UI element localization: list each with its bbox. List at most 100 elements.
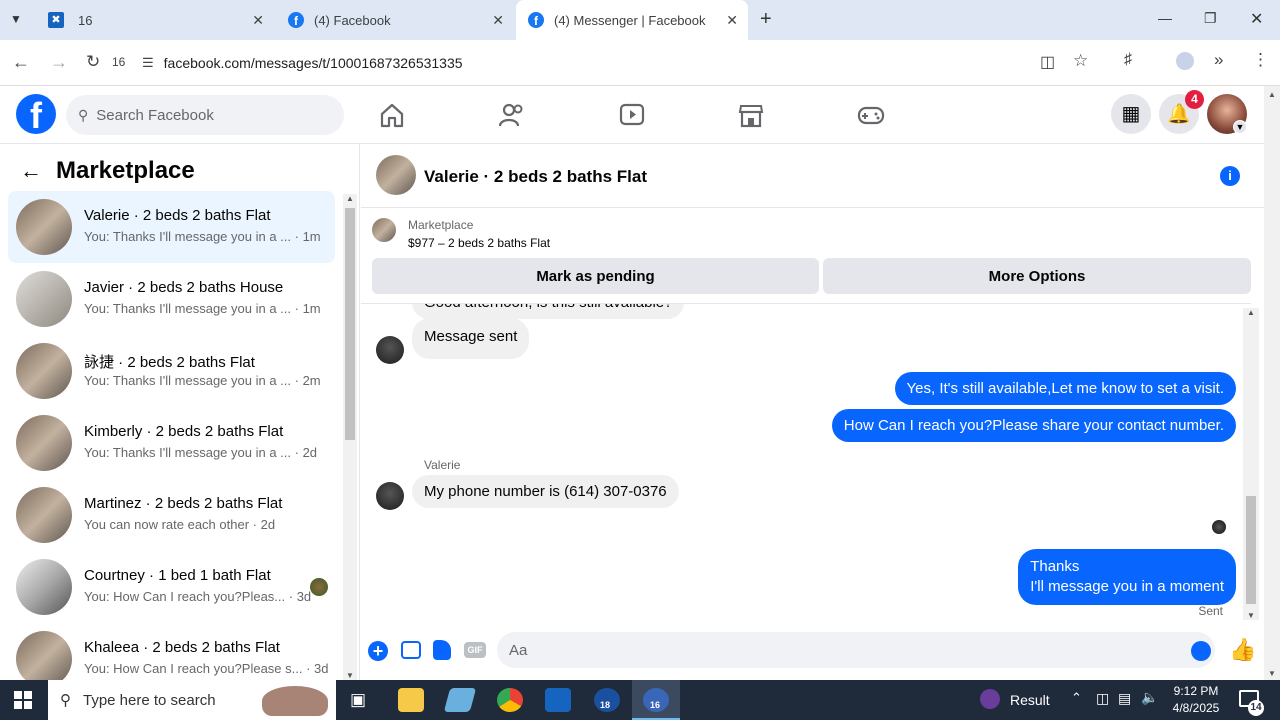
- result-label[interactable]: Result: [1010, 692, 1050, 708]
- conversation-preview: You: Thanks I'll message you in a ... · …: [84, 373, 321, 388]
- volume-icon[interactable]: 🔈: [1141, 689, 1158, 706]
- bookmark-star-icon[interactable]: ☆: [1073, 51, 1088, 71]
- clock-date[interactable]: 4/8/2025: [1168, 701, 1224, 715]
- listing-source: Marketplace: [408, 218, 474, 232]
- gif-icon[interactable]: GIF: [464, 642, 486, 658]
- gaming-icon[interactable]: [857, 102, 885, 128]
- divider: [361, 207, 1264, 208]
- scrollbar-thumb[interactable]: [1246, 496, 1256, 604]
- task-view-icon[interactable]: ▣: [350, 690, 366, 710]
- conversation-item-yongjie[interactable]: 詠捷 · 2 beds 2 baths Flat You: Thanks I'l…: [8, 335, 335, 407]
- chrome-icon[interactable]: [497, 688, 523, 712]
- chevron-up-icon[interactable]: ⌃: [1071, 690, 1082, 706]
- facebook-logo[interactable]: f: [16, 94, 56, 134]
- emoji-icon[interactable]: [1191, 641, 1211, 661]
- conversation-name: Courtney · 1 bed 1 bath Flat: [84, 567, 271, 584]
- extensions-icon[interactable]: ♯: [1124, 51, 1132, 69]
- more-options-button[interactable]: More Options: [823, 258, 1251, 294]
- friends-icon[interactable]: [498, 102, 526, 128]
- result-app-icon[interactable]: [980, 689, 1000, 709]
- app-badge: 18: [600, 700, 611, 710]
- notification-count-badge: 4: [1185, 90, 1204, 109]
- conversation-sidebar: ← Marketplace Valerie · 2 beds 2 baths F…: [0, 144, 360, 680]
- profile-icon[interactable]: [1176, 52, 1194, 70]
- page-scrollbar[interactable]: ▲ ▼: [1264, 86, 1280, 680]
- app-icon: ✖: [48, 12, 64, 28]
- conversation-name: Khaleea · 2 beds 2 baths Flat: [84, 639, 280, 656]
- windows-start-icon[interactable]: [14, 691, 32, 709]
- app-badge: 16: [650, 700, 661, 710]
- window-close-icon[interactable]: ✕: [1250, 9, 1263, 29]
- close-icon[interactable]: ✕: [492, 12, 504, 29]
- scrollbar-thumb[interactable]: [345, 208, 355, 440]
- app-icon[interactable]: [443, 688, 477, 712]
- restore-icon[interactable]: ❐: [1204, 10, 1217, 27]
- device-icon[interactable]: ◫: [1096, 690, 1109, 707]
- install-app-icon[interactable]: ◫: [1040, 52, 1055, 72]
- thumbs-up-icon[interactable]: 👍: [1229, 637, 1256, 663]
- reload-icon[interactable]: ↻: [86, 52, 100, 72]
- conversation-name: Martinez · 2 beds 2 baths Flat: [84, 495, 283, 512]
- conversation-item-khaleea[interactable]: Khaleea · 2 beds 2 baths Flat You: How C…: [8, 623, 335, 680]
- message-input[interactable]: Aa: [497, 632, 1215, 668]
- conversation-item-javier[interactable]: Javier · 2 beds 2 baths House You: Thank…: [8, 263, 335, 335]
- facebook-icon: f: [528, 12, 544, 28]
- back-icon[interactable]: ←: [12, 52, 30, 73]
- tab-3-label: (4) Messenger | Facebook: [554, 12, 706, 28]
- active-app-highlight[interactable]: 16: [632, 680, 680, 720]
- watch-icon[interactable]: [618, 102, 646, 128]
- forward-icon[interactable]: →: [50, 52, 68, 73]
- site-info-icon[interactable]: ☰: [142, 55, 154, 71]
- network-icon[interactable]: ▤: [1118, 690, 1131, 707]
- message-bubble-own: Thanks I'll message you in a moment: [1018, 549, 1236, 605]
- clock-time[interactable]: 9:12 PM: [1170, 684, 1222, 698]
- minimize-icon[interactable]: —: [1158, 10, 1172, 26]
- tab-search-icon[interactable]: ▼: [10, 12, 22, 26]
- sidebar-title: Marketplace: [56, 157, 195, 184]
- photo-icon[interactable]: [401, 641, 421, 659]
- chat-avatar[interactable]: [376, 155, 416, 195]
- plus-icon[interactable]: +: [368, 641, 388, 661]
- home-icon[interactable]: [378, 102, 406, 128]
- mark-as-pending-button[interactable]: Mark as pending: [372, 258, 819, 294]
- file-explorer-icon[interactable]: [398, 688, 424, 712]
- menu-dots-icon[interactable]: ⋮: [1252, 50, 1269, 70]
- listing-title[interactable]: $977 – 2 beds 2 baths Flat: [408, 236, 550, 250]
- close-icon[interactable]: ✕: [252, 12, 264, 29]
- app-icon[interactable]: [545, 688, 571, 712]
- new-tab-icon[interactable]: +: [760, 8, 772, 31]
- listing-thumbnail: [16, 631, 72, 680]
- tab-2[interactable]: f (4) Facebook ✕: [276, 0, 514, 40]
- message-bubble-partial: Good afternoon, is this still available?: [412, 304, 685, 319]
- search-icon: ⚲: [60, 692, 71, 709]
- tab-2-label: (4) Facebook: [314, 12, 391, 28]
- listing-thumbnail: [16, 271, 72, 327]
- sticker-icon[interactable]: [433, 640, 451, 660]
- tab-1[interactable]: ✖ 16 ✕: [36, 0, 274, 40]
- more-tabs-icon[interactable]: »: [1214, 50, 1223, 70]
- address-bar-row: ← → ↻ 16 ☰ facebook.com/messages/t/10001…: [0, 40, 1280, 86]
- sidebar-scrollbar[interactable]: ▲ ▼: [343, 194, 357, 680]
- windows-taskbar: ⚲ Type here to search ▣ 18 16 Result ⌃ ◫…: [0, 680, 1280, 720]
- menu-grid-button[interactable]: ▦: [1111, 94, 1151, 134]
- search-icon: ⚲: [78, 106, 89, 123]
- conversation-item-courtney[interactable]: Courtney · 1 bed 1 bath Flat You: How Ca…: [8, 551, 335, 623]
- taskbar-search-input[interactable]: ⚲ Type here to search: [48, 680, 336, 720]
- conversation-item-martinez[interactable]: Martinez · 2 beds 2 baths Flat You can n…: [8, 479, 335, 551]
- conversation-name: Kimberly · 2 beds 2 baths Flat: [84, 423, 284, 440]
- facebook-header: f ⚲ Search Facebook ▦ 🔔 4 ▼: [0, 86, 1264, 144]
- url-bar[interactable]: ☰ facebook.com/messages/t/10001687326531…: [136, 46, 1106, 80]
- account-chevron-down-icon[interactable]: ▼: [1233, 120, 1247, 134]
- conversation-item-valerie[interactable]: Valerie · 2 beds 2 baths Flat You: Thank…: [8, 191, 335, 263]
- message-bubble: My phone number is (614) 307-0376: [412, 475, 679, 508]
- info-icon[interactable]: i: [1220, 166, 1240, 186]
- facebook-search-input[interactable]: ⚲ Search Facebook: [66, 95, 344, 135]
- tab-3[interactable]: f (4) Messenger | Facebook ✕: [516, 0, 748, 40]
- chat-header-name[interactable]: Valerie · 2 beds 2 baths Flat: [424, 167, 647, 187]
- close-icon[interactable]: ✕: [726, 12, 738, 29]
- back-arrow-icon[interactable]: ←: [20, 158, 42, 184]
- marketplace-icon[interactable]: [737, 102, 765, 128]
- conversation-item-kimberly[interactable]: Kimberly · 2 beds 2 baths Flat You: Than…: [8, 407, 335, 479]
- chat-scrollbar[interactable]: ▲ ▼: [1243, 308, 1259, 620]
- sender-avatar: [376, 482, 404, 510]
